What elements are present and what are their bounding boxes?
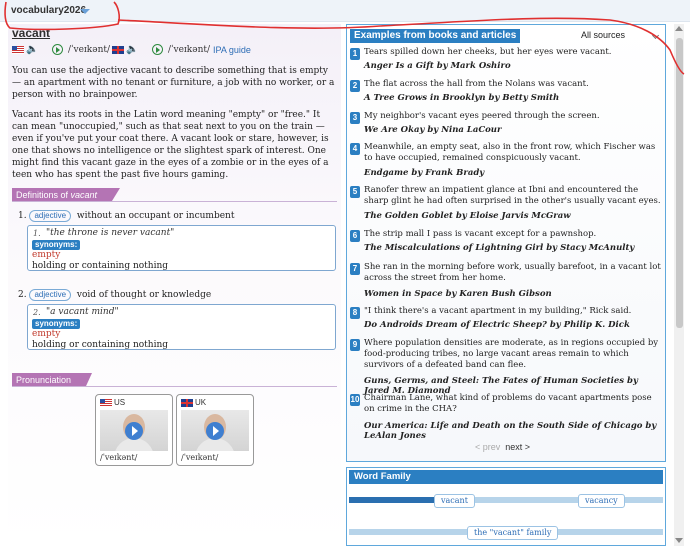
divider [12,201,337,202]
part-of-speech-badge[interactable]: adjective [29,210,72,222]
example-box: 2. "a vacant mind" synonyms: empty holdi… [27,304,336,350]
example-index: 6 [350,230,360,242]
example-number: 1. [33,229,41,238]
definition-sense: 1. adjective without an occupant or incu… [18,210,234,222]
speaker-video-thumbnail[interactable] [181,410,249,451]
example-source[interactable]: We Are Okay by Nina LaCour [364,125,662,135]
uk-flag-icon [181,399,193,407]
part-of-speech-badge[interactable]: adjective [29,289,72,301]
audio-ipa: /ˈveɪkənt/ [100,453,138,462]
examples-panel: Examples from books and articles All sou… [346,24,666,462]
sense-gloss: without an occupant or incumbent [76,211,235,221]
example-index: 1 [350,48,360,60]
play-icon[interactable] [206,422,224,440]
example-text: "I think there's a vacant apartment in m… [364,306,632,316]
example-index: 3 [350,112,360,124]
long-description: Vacant has its roots in the Latin word m… [12,110,329,180]
example-text: My neighbor's vacant eyes peered through… [364,111,600,121]
example-text: Where population densities are moderate,… [364,338,659,370]
audio-card-uk[interactable]: UK /ˈveɪkənt/ [176,394,254,466]
example-index: 4 [350,143,360,155]
audio-card-us[interactable]: US /ˈveɪkənt/ [95,394,173,466]
chevron-down-icon[interactable] [80,9,90,14]
short-description: You can use the adjective vacant to desc… [12,66,335,100]
example-text: The strip mall I pass is vacant except f… [364,229,597,239]
pronunciation-header: Pronunciation [12,373,92,387]
example-text: She ran in the morning before work, usua… [364,262,661,283]
example-index: 5 [350,186,360,198]
source-filter-select[interactable]: All sources [581,28,661,42]
synonyms-label: synonyms: [32,319,81,329]
speaker-video-thumbnail[interactable] [100,410,168,451]
word-entry-panel: vacant 🔈 /ˈveɪkənt/ 🔈 /ˈveɪkənt/ IPA gui… [8,24,341,546]
synonym-definition: holding or containing nothing [32,261,169,271]
example-text: Tears spilled down her cheeks, but her e… [364,47,612,57]
synonym-link[interactable]: empty [32,329,60,339]
example-text: The flat across the hall from the Nolans… [364,79,589,89]
example-source[interactable]: Anger Is a Gift by Mark Oshiro [364,61,662,71]
speaker-icon[interactable]: 🔈 [126,45,138,55]
pagination: < prev next > [475,442,530,452]
ipa-guide-link[interactable]: IPA guide [213,45,251,55]
definition-sense: 2. adjective void of thought or knowledg… [18,289,211,301]
example-source[interactable]: Do Androids Dream of Electric Sheep? by … [364,320,662,330]
headword: vacant [12,26,51,40]
speaker-icon[interactable]: 🔈 [26,45,38,55]
word-family-item[interactable]: vacant [434,494,475,508]
sense-number: 1. [18,211,27,221]
example-index: 9 [350,339,360,351]
example-number: 2. [33,308,41,317]
pronunciation-us: /ˈveɪkənt/ [68,45,111,55]
tab-bar: vocabulary2026 [0,0,690,22]
example-index: 2 [350,80,360,92]
example-source[interactable]: The Miscalculations of Lightning Girl by… [364,243,662,253]
synonyms-label: synonyms: [32,240,81,250]
sense-gloss: void of thought or knowledge [76,290,212,300]
example-source[interactable]: A Tree Grows in Brooklyn by Betty Smith [364,93,662,103]
scrollbar-thumb[interactable] [676,38,683,328]
audio-label: US [114,398,126,407]
example-source[interactable]: Endgame by Frank Brady [364,168,662,178]
example-source[interactable]: Women in Space by Karen Bush Gibson [364,289,662,299]
pronunciation-uk: /ˈveɪkənt/ [168,45,211,55]
play-uk-icon[interactable] [152,44,163,55]
definitions-header: Definitions of vacant [12,188,120,202]
example-quote: "a vacant mind" [46,307,119,317]
example-source[interactable]: The Golden Goblet by Eloise Jarvis McGra… [364,211,662,221]
definitions-header-label: Definitions of [16,190,71,200]
example-text: Meanwhile, an empty seat, also in the fr… [364,142,656,163]
tab-title[interactable]: vocabulary2026 [11,5,86,16]
play-us-icon[interactable] [52,44,63,55]
us-flag-icon [100,399,112,407]
word-family-panel: Word Family vacant vacancy the "vacant" … [346,467,666,546]
example-source[interactable]: Our America: Life and Death on the South… [364,421,662,441]
example-index: 10 [350,394,360,406]
word-family-header: Word Family [349,470,663,484]
sense-number: 2. [18,290,27,300]
prev-link[interactable]: < prev [475,442,500,452]
audio-label: UK [195,398,207,407]
example-text: Chairman Lane, what kind of problems do … [364,393,652,414]
next-link[interactable]: next > [505,442,530,452]
example-box: 1. "the throne is never vacant" synonyms… [27,225,336,271]
example-index: 8 [350,307,360,319]
example-text: Ranofer threw an impatient glance at Ibn… [364,185,661,206]
word-family-bar [349,497,439,503]
word-family-link[interactable]: the "vacant" family [467,526,559,540]
us-flag-icon [12,46,24,54]
synonym-definition: holding or containing nothing [32,340,169,350]
example-index: 7 [350,263,360,275]
word-family-item[interactable]: vacancy [578,494,625,508]
synonym-link[interactable]: empty [32,250,60,260]
play-icon[interactable] [125,422,143,440]
audio-ipa: /ˈveɪkənt/ [181,453,219,462]
scroll-down-icon[interactable] [675,538,683,543]
definitions-header-word: vacant [70,190,98,200]
examples-header: Examples from books and articles [350,29,520,43]
divider [12,386,337,387]
example-quote: "the throne is never vacant" [46,228,175,238]
scroll-up-icon[interactable] [675,26,683,31]
uk-flag-icon [112,46,124,54]
